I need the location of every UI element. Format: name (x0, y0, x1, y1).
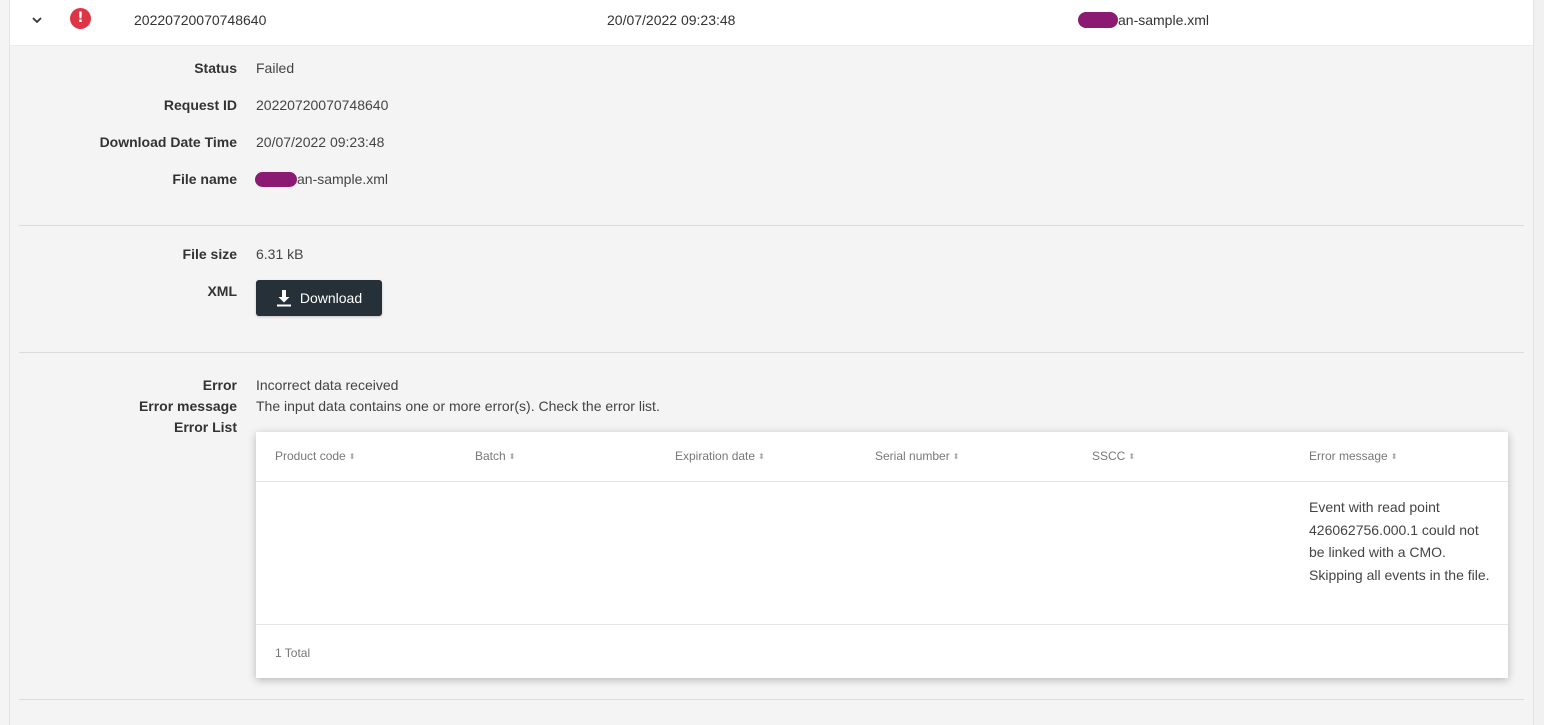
sort-icon: ⬍ (348, 452, 356, 461)
download-button-label: Download (299, 290, 363, 306)
xml-label: XML (207, 283, 237, 299)
sort-icon: ⬍ (758, 452, 765, 461)
status-label: Status (194, 60, 237, 76)
column-header-product-code[interactable]: Product code ⬍ (275, 449, 355, 463)
sort-icon: ⬍ (1390, 452, 1398, 461)
request-detail-panel: ! 20220720070748640 20/07/2022 09:23:48 … (9, 0, 1534, 725)
download-date-time-label: Download Date Time (99, 134, 237, 150)
column-header-error-message[interactable]: Error message ⬍ (1309, 449, 1397, 463)
section-divider (19, 699, 1524, 700)
sort-icon: ⬍ (1128, 452, 1136, 461)
row-request-id: 20220720070748640 (134, 12, 267, 28)
section-divider (19, 352, 1524, 353)
row-date-time: 20/07/2022 09:23:48 (607, 12, 736, 28)
row-file-name: an-sample.xml (1078, 12, 1209, 28)
table-header-divider (256, 481, 1508, 482)
request-id-value: 20220720070748640 (256, 97, 389, 113)
table-cell-error-message: Event with read point 426062756.000.1 co… (1309, 499, 1490, 584)
column-header-sscc[interactable]: SSCC ⬍ (1092, 449, 1135, 463)
error-label: Error (202, 377, 237, 393)
error-message-value: The input data contains one or more erro… (256, 398, 660, 414)
file-name-label: File name (172, 171, 237, 187)
table-footer-divider (256, 624, 1508, 625)
error-list-table: Product code ⬍ Batch ⬍ Expiration date ⬍ Se… (256, 432, 1508, 678)
download-button[interactable]: Download (256, 280, 382, 316)
file-size-value: 6.31 kB (256, 246, 304, 262)
table-total-count: 1 Total (275, 646, 311, 660)
status-value: Failed (256, 60, 295, 76)
redaction-mark (1078, 12, 1118, 28)
download-icon (276, 290, 291, 307)
sort-icon: ⬍ (508, 452, 516, 461)
request-id-label: Request ID (163, 97, 237, 113)
section-divider (19, 225, 1524, 226)
error-list-label: Error List (173, 419, 237, 435)
page-edge (1534, 0, 1544, 725)
error-message-label: Error message (138, 398, 237, 414)
download-date-time-value: 20/07/2022 09:23:48 (256, 134, 385, 150)
file-size-label: File size (182, 246, 237, 262)
column-header-batch[interactable]: Batch ⬍ (475, 449, 515, 463)
error-status-icon: ! (70, 8, 91, 29)
sort-icon: ⬍ (952, 452, 960, 461)
request-row[interactable]: ! 20220720070748640 20/07/2022 09:23:48 … (10, 0, 1533, 46)
row-file-name-suffix: an-sample.xml (1118, 12, 1210, 28)
column-header-expiration-date[interactable]: Expiration date ⬍ (675, 449, 765, 463)
chevron-down-icon[interactable] (30, 13, 44, 27)
redaction-mark (255, 172, 297, 187)
column-header-serial-number[interactable]: Serial number ⬍ (875, 449, 959, 463)
error-value: Incorrect data received (256, 377, 399, 393)
file-name-suffix: an-sample.xml (297, 171, 389, 187)
file-name-value: van-sample.xml (255, 171, 389, 187)
